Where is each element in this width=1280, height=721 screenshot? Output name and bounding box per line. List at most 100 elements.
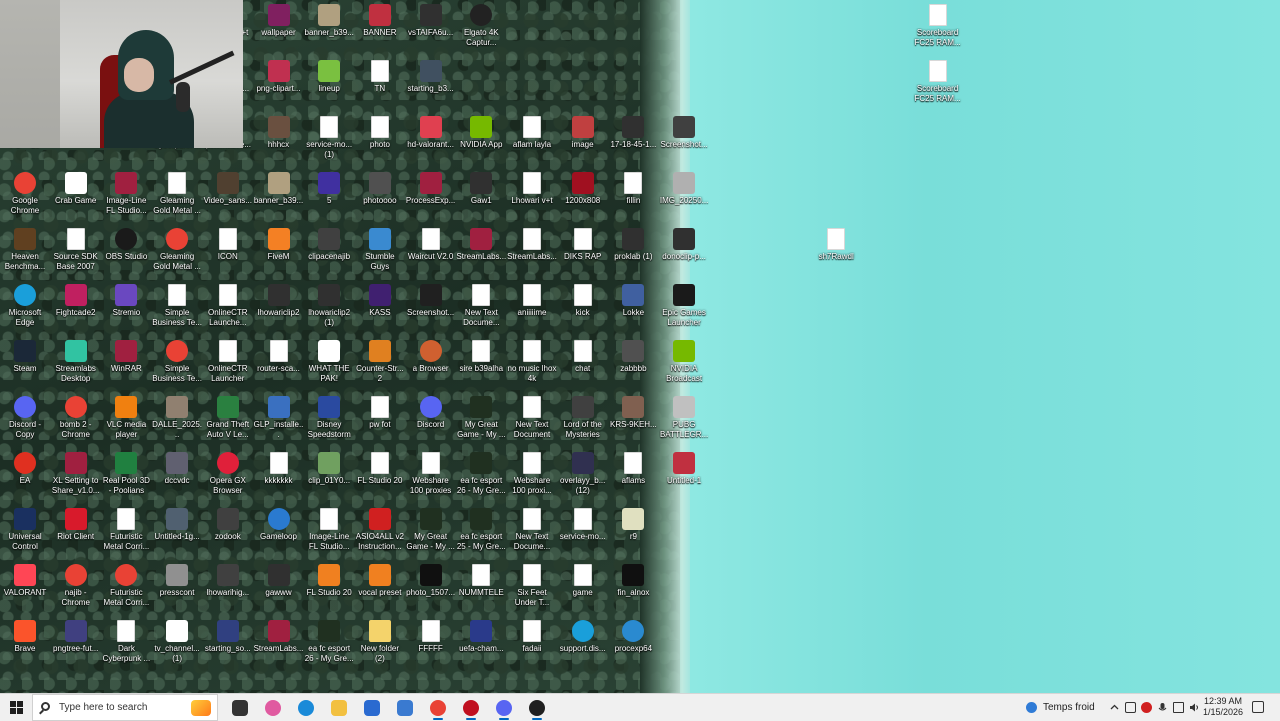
taskbar-app-button[interactable]	[521, 694, 553, 721]
desktop-icon[interactable]: KASS	[355, 280, 405, 318]
desktop-icon[interactable]: png-clipart...	[254, 56, 304, 94]
desktop-icon[interactable]: Opera GX Browser	[203, 448, 253, 496]
desktop-icon[interactable]: pngtree-fut...	[51, 616, 101, 654]
desktop-icon[interactable]: lhowarihig...	[203, 560, 253, 598]
desktop-icon[interactable]: clipacenajib	[304, 224, 354, 262]
desktop-icon[interactable]: starting_so...	[203, 616, 253, 654]
desktop-icon[interactable]: Steam	[0, 336, 50, 374]
desktop-icon[interactable]: donoclip-p...	[659, 224, 709, 262]
desktop-icon[interactable]: service-mo... (1)	[304, 112, 354, 160]
system-clock[interactable]: 12:39 AM 1/15/2026	[1198, 696, 1248, 718]
desktop-icon[interactable]: DIKS RAP	[558, 224, 608, 262]
desktop-icon[interactable]: aniiiiime	[507, 280, 557, 318]
desktop-icon[interactable]: hhhcx	[254, 112, 304, 150]
desktop-icon[interactable]: wallpaper	[254, 0, 304, 38]
notification-center-icon[interactable]	[1252, 701, 1264, 713]
tray-record-icon[interactable]	[1141, 702, 1152, 713]
desktop-icon[interactable]: Gleaming Gold Metal ...	[152, 224, 202, 272]
desktop-icon[interactable]: Google Chrome	[0, 168, 50, 216]
desktop-icon[interactable]: Heaven Benchma...	[0, 224, 50, 272]
desktop-icon[interactable]: fin_alnox	[608, 560, 658, 598]
weather-widget[interactable]: Temps froid	[1026, 694, 1095, 721]
desktop-icon[interactable]: XL Setting to Share_v1.0...	[51, 448, 101, 496]
desktop-icon[interactable]: EA	[0, 448, 50, 486]
desktop-icon[interactable]: Waircut V2.0	[406, 224, 456, 262]
desktop-icon[interactable]: StreamLabs...	[254, 616, 304, 654]
desktop-icon[interactable]: photoooo	[355, 168, 405, 206]
desktop-icon[interactable]: KRS-9KEH...	[608, 392, 658, 430]
desktop-icon[interactable]: uefa-cham...	[456, 616, 506, 654]
desktop-icon[interactable]: service-mo...	[558, 504, 608, 542]
desktop-icon[interactable]: support.dis...	[558, 616, 608, 654]
desktop-icon[interactable]: hd-valorant...	[406, 112, 456, 150]
start-button[interactable]	[0, 694, 32, 721]
desktop-icon[interactable]: FiveM	[254, 224, 304, 262]
desktop-icon[interactable]: FL Studio 20	[304, 560, 354, 598]
desktop-icon[interactable]: Crab Game	[51, 168, 101, 206]
desktop-icon[interactable]: PUBG BATTLEGR...	[659, 392, 709, 440]
desktop-icon[interactable]: Epic Games Launcher	[659, 280, 709, 328]
desktop-icon[interactable]: Screenshot...	[406, 280, 456, 318]
desktop-icon[interactable]: Untitled-1	[659, 448, 709, 486]
desktop-icon[interactable]: vocal preset	[355, 560, 405, 598]
desktop-icon[interactable]: Simple Business Te...	[152, 336, 202, 384]
desktop-icon[interactable]: Webshare 100 proxies	[406, 448, 456, 496]
desktop-icon[interactable]: Source SDK Base 2007	[51, 224, 101, 272]
desktop-icon[interactable]: ea fc esport 25 - My Gre...	[456, 504, 506, 552]
desktop-icon[interactable]: lhowariclip2	[254, 280, 304, 318]
search-highlight-icon[interactable]	[191, 700, 211, 716]
desktop-icon[interactable]: OnlineCTR Launcher	[203, 336, 253, 384]
desktop-icon[interactable]: Dark Cyberpunk ...	[101, 616, 151, 664]
desktop-icon[interactable]: fadaii	[507, 616, 557, 654]
desktop-icon[interactable]: Real Pool 3D - Poolians	[101, 448, 151, 496]
desktop-icon[interactable]: router-sca...	[254, 336, 304, 374]
desktop-icon[interactable]: Disney Speedstorm	[304, 392, 354, 440]
desktop-icon[interactable]: NVIDIA Broadcast	[659, 336, 709, 384]
microphone-icon[interactable]	[1157, 702, 1168, 713]
desktop-icon[interactable]: GLP_installe...	[254, 392, 304, 440]
desktop-icon[interactable]: aflam layla	[507, 112, 557, 150]
desktop-icon[interactable]: proklab (1)	[608, 224, 658, 262]
desktop-icon[interactable]: Streamlabs Desktop	[51, 336, 101, 384]
network-icon[interactable]	[1173, 702, 1184, 713]
desktop-icon[interactable]: pw fot	[355, 392, 405, 430]
desktop-icon[interactable]: WHAT THE PAK!	[304, 336, 354, 384]
taskbar-app-button[interactable]	[323, 694, 355, 721]
desktop-icon[interactable]: New folder (2)	[355, 616, 405, 664]
desktop-icon[interactable]: Lord of the Mysteries	[558, 392, 608, 440]
desktop-icon[interactable]: ea fc esport 26 - My Gre...	[304, 616, 354, 664]
desktop-icon[interactable]: chat	[558, 336, 608, 374]
desktop-icon[interactable]: Screenshot...	[659, 112, 709, 150]
desktop-icon[interactable]: TN	[355, 56, 405, 94]
desktop-icon[interactable]: FL Studio 20	[355, 448, 405, 486]
desktop-icon[interactable]: ProcessExp...	[406, 168, 456, 206]
desktop-icon[interactable]: sire b39alha	[456, 336, 506, 374]
desktop-icon[interactable]: fillin	[608, 168, 658, 206]
desktop-icon[interactable]: game	[558, 560, 608, 598]
desktop-icon[interactable]: Stumble Guys	[355, 224, 405, 272]
taskbar-app-button[interactable]	[224, 694, 256, 721]
desktop-icon[interactable]: aflams	[608, 448, 658, 486]
desktop-icon[interactable]: Scoreboard FC25 RAM...	[913, 0, 963, 48]
desktop-icon[interactable]: VALORANT	[0, 560, 50, 598]
desktop-icon[interactable]: Elgato 4K Captur...	[456, 0, 506, 48]
desktop-icon[interactable]: clip_01Y0...	[304, 448, 354, 486]
desktop-icon[interactable]: New Text Docume...	[456, 280, 506, 328]
taskbar-app-button[interactable]	[422, 694, 454, 721]
desktop-icon[interactable]: WinRAR	[101, 336, 151, 374]
desktop-icon[interactable]: zodook	[203, 504, 253, 542]
desktop-icon[interactable]: Image-Line FL Studio...	[101, 168, 151, 216]
desktop-icon[interactable]: lineup	[304, 56, 354, 94]
desktop-icon[interactable]: Grand Theft Auto V Le...	[203, 392, 253, 440]
desktop-icon[interactable]: NVIDIA App	[456, 112, 506, 150]
desktop-icon[interactable]: no music lhox 4k	[507, 336, 557, 384]
desktop-icon[interactable]: a Browser	[406, 336, 456, 374]
desktop-icon[interactable]: tv_channel... (1)	[152, 616, 202, 664]
desktop-icon[interactable]: Universal Control	[0, 504, 50, 552]
desktop-icon[interactable]: 1200x808	[558, 168, 608, 206]
desktop-icon[interactable]: Lokke	[608, 280, 658, 318]
desktop-icon[interactable]: ea fc esport 26 - My Gre...	[456, 448, 506, 496]
desktop-icon[interactable]: Gaw1	[456, 168, 506, 206]
desktop-icon[interactable]: Six Feet Under T...	[507, 560, 557, 608]
desktop-icon[interactable]: Counter-Str... 2	[355, 336, 405, 384]
